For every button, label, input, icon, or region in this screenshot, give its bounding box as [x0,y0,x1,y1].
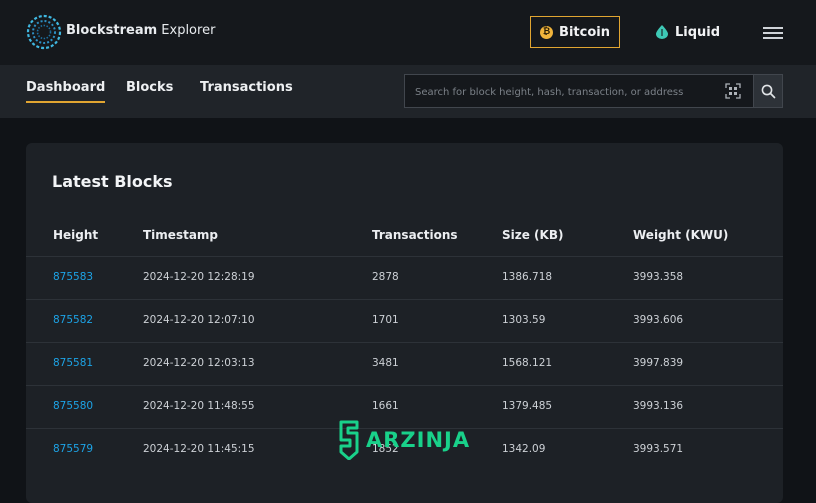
brand-bold: Blockstream [66,23,158,38]
block-weight: 3997.839 [633,357,684,369]
top-bar: Blockstream Explorer ₿ Bitcoin Liquid [0,0,816,65]
arzinja-logo-icon [339,420,359,460]
menu-hamburger-icon[interactable] [763,27,783,39]
nav-dashboard[interactable]: Dashboard [26,80,106,103]
column-header-timestamp: Timestamp [143,228,219,242]
column-header-weight: Weight (KWU) [633,228,729,242]
network-liquid-button[interactable]: Liquid [648,16,728,48]
search-input[interactable] [413,75,717,109]
block-height-link[interactable]: 875583 [53,271,93,283]
search-icon [761,84,775,98]
block-size: 1386.718 [502,271,553,283]
block-transactions: 1701 [372,314,399,326]
block-size: 1303.59 [502,314,546,326]
nav-blocks[interactable]: Blocks [126,80,173,95]
column-header-transactions: Transactions [372,228,458,242]
table-row[interactable]: 875583 2024-12-20 12:28:19 2878 1386.718… [26,256,783,300]
block-transactions: 2878 [372,271,399,283]
block-weight: 3993.606 [633,314,684,326]
column-header-size: Size (KB) [502,228,564,242]
hamburger-line [763,37,783,39]
brand-name[interactable]: Blockstream Explorer [66,23,215,38]
search-box [404,74,754,109]
blockstream-logo-icon[interactable] [26,14,62,50]
block-weight: 3993.136 [633,400,684,412]
block-timestamp: 2024-12-20 11:45:15 [143,443,255,455]
brand-rest: Explorer [157,23,216,38]
block-height-link[interactable]: 875581 [53,357,93,369]
block-timestamp: 2024-12-20 12:03:13 [143,357,255,369]
table-row[interactable]: 875582 2024-12-20 12:07:10 1701 1303.59 … [26,299,783,343]
block-weight: 3993.571 [633,443,684,455]
bitcoin-coin-icon: ₿ [540,25,554,39]
block-size: 1568.121 [502,357,553,369]
block-height-link[interactable]: 875579 [53,443,93,455]
block-timestamp: 2024-12-20 12:07:10 [143,314,255,326]
block-timestamp: 2024-12-20 11:48:55 [143,400,255,412]
column-header-height: Height [53,228,99,242]
search-button[interactable] [753,74,783,108]
block-height-link[interactable]: 875582 [53,314,93,326]
block-height-link[interactable]: 875580 [53,400,93,412]
block-size: 1342.09 [502,443,546,455]
liquid-drop-icon [655,25,668,39]
block-weight: 3993.358 [633,271,684,283]
block-transactions: 1661 [372,400,399,412]
hamburger-line [763,32,783,34]
hamburger-line [763,27,783,29]
arzinja-watermark: ARZINJA [338,420,470,460]
block-transactions: 3481 [372,357,399,369]
nav-transactions[interactable]: Transactions [200,80,293,95]
bitcoin-label: Bitcoin [559,24,610,40]
qr-scan-icon[interactable] [725,83,741,99]
table-row[interactable]: 875581 2024-12-20 12:03:13 3481 1568.121… [26,342,783,386]
watermark-text: ARZINJA [366,428,471,452]
block-timestamp: 2024-12-20 12:28:19 [143,271,255,283]
network-bitcoin-button[interactable]: ₿ Bitcoin [530,16,620,48]
block-size: 1379.485 [502,400,553,412]
panel-title: Latest Blocks [52,172,173,191]
liquid-label: Liquid [674,24,721,40]
